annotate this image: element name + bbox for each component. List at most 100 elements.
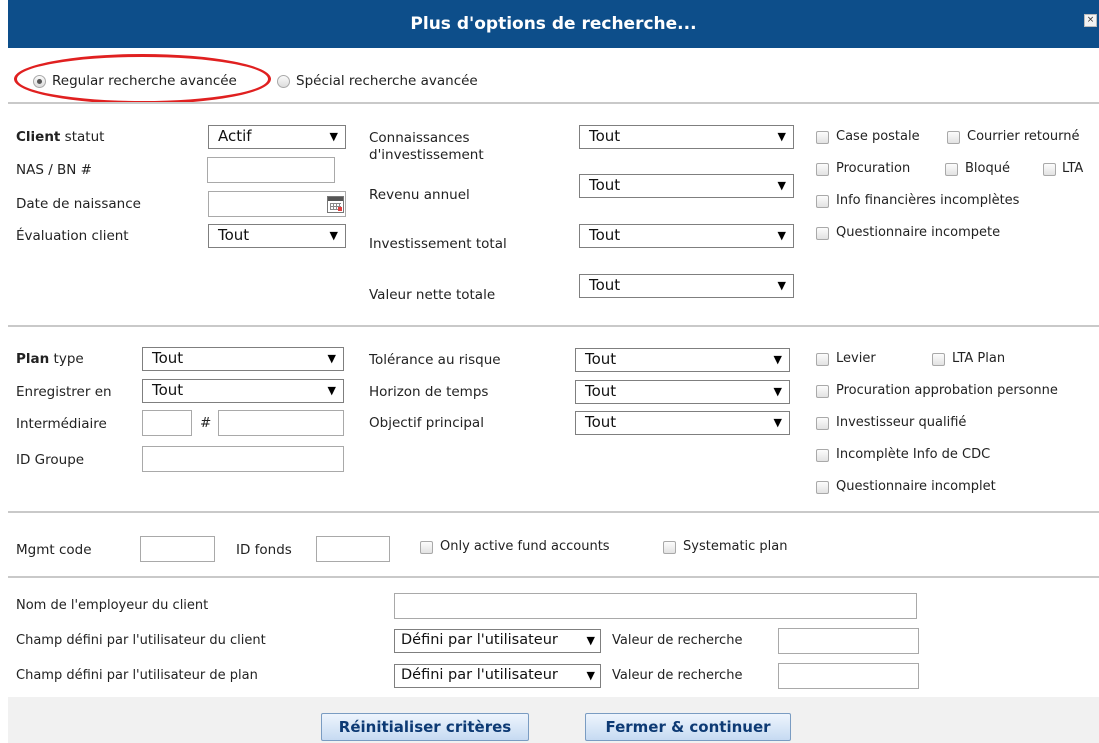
- id-fonds-label: ID fonds: [236, 542, 292, 558]
- dialog-title: Plus d'options de recherche...: [410, 14, 697, 34]
- divider: [8, 325, 1099, 327]
- incomplete-cdc-checkbox[interactable]: [816, 449, 829, 462]
- valeur-nette-label: Valeur nette totale: [369, 287, 496, 303]
- procuration-label: Procuration: [836, 161, 911, 176]
- client-status-label: Client statut: [16, 129, 105, 145]
- investisseur-qualifie-checkbox[interactable]: [816, 417, 829, 430]
- mgmt-code-input[interactable]: [140, 536, 215, 562]
- special-search-radio[interactable]: [277, 75, 290, 88]
- lta-label: LTA: [1062, 161, 1084, 176]
- incomplete-cdc-label: Incomplète Info de CDC: [836, 447, 991, 462]
- chevron-down-icon: ▼: [329, 130, 338, 143]
- dob-input[interactable]: [208, 191, 346, 217]
- special-search-label[interactable]: Spécial recherche avancée: [296, 73, 478, 89]
- valeur-recherche-plan-label: Valeur de recherche: [612, 668, 743, 683]
- dialog-title-bar: Plus d'options de recherche... ×: [8, 0, 1099, 48]
- intermediaire-label: Intermédiaire: [16, 416, 107, 432]
- levier-checkbox[interactable]: [816, 353, 829, 366]
- chevron-down-icon: ▼: [777, 229, 786, 242]
- intermediaire-number-input[interactable]: [218, 410, 344, 436]
- champ-plan-label: Champ défini par l'utilisateur de plan: [16, 668, 258, 683]
- employeur-label: Nom de l'employeur du client: [16, 598, 209, 613]
- connaissances-label: Connaissances d'investissement: [369, 130, 484, 163]
- info-financieres-checkbox[interactable]: [816, 195, 829, 208]
- objectif-select[interactable]: Tout ▼: [575, 411, 790, 435]
- revenu-label: Revenu annuel: [369, 187, 470, 203]
- valeur-nette-select[interactable]: Tout ▼: [579, 274, 794, 298]
- levier-label: Levier: [836, 351, 876, 366]
- divider: [8, 511, 1099, 513]
- lta-plan-label: LTA Plan: [952, 351, 1006, 366]
- chevron-down-icon: ▼: [773, 353, 782, 366]
- mgmt-code-label: Mgmt code: [16, 542, 92, 558]
- lta-plan-checkbox[interactable]: [932, 353, 945, 366]
- case-postale-label: Case postale: [836, 129, 920, 144]
- reset-criteria-button[interactable]: Réinitialiser critères: [321, 713, 529, 741]
- nas-label: NAS / BN #: [16, 162, 92, 178]
- divider: [8, 102, 1099, 104]
- id-groupe-label: ID Groupe: [16, 452, 85, 468]
- only-active-checkbox[interactable]: [420, 541, 433, 554]
- chevron-down-icon: ▼: [586, 669, 595, 682]
- procuration-approbation-checkbox[interactable]: [816, 385, 829, 398]
- procuration-checkbox[interactable]: [816, 163, 829, 176]
- nas-input[interactable]: [207, 157, 335, 183]
- id-fonds-input[interactable]: [316, 536, 390, 562]
- questionnaire-incompete-checkbox[interactable]: [816, 227, 829, 240]
- courrier-retourne-checkbox[interactable]: [947, 131, 960, 144]
- horizon-select[interactable]: Tout ▼: [575, 380, 790, 404]
- bloque-label: Bloqué: [965, 161, 1010, 176]
- calendar-icon[interactable]: [327, 196, 344, 213]
- valeur-recherche-plan-input[interactable]: [778, 663, 919, 689]
- evaluation-select[interactable]: Tout ▼: [208, 224, 346, 248]
- plan-type-label: Plan type: [16, 351, 84, 367]
- chevron-down-icon: ▼: [327, 352, 336, 365]
- chevron-down-icon: ▼: [777, 279, 786, 292]
- case-postale-checkbox[interactable]: [816, 131, 829, 144]
- chevron-down-icon: ▼: [327, 384, 336, 397]
- enregistrer-select[interactable]: Tout ▼: [142, 379, 344, 403]
- regular-search-radio[interactable]: [33, 75, 46, 88]
- close-continue-button[interactable]: Fermer & continuer: [585, 713, 791, 741]
- chevron-down-icon: ▼: [329, 229, 338, 242]
- systematic-plan-checkbox[interactable]: [663, 541, 676, 554]
- horizon-label: Horizon de temps: [369, 384, 489, 400]
- id-groupe-input[interactable]: [142, 446, 344, 472]
- hash-label: #: [200, 415, 212, 431]
- chevron-down-icon: ▼: [773, 416, 782, 429]
- valeur-recherche-client-input[interactable]: [778, 628, 919, 654]
- bloque-checkbox[interactable]: [945, 163, 958, 176]
- champ-client-select[interactable]: Défini par l'utilisateur ▼: [394, 629, 601, 653]
- systematic-plan-label: Systematic plan: [683, 539, 788, 554]
- tolerance-select[interactable]: Tout ▼: [575, 348, 790, 372]
- enregistrer-label: Enregistrer en: [16, 384, 112, 400]
- connaissances-select[interactable]: Tout ▼: [579, 125, 794, 149]
- chevron-down-icon: ▼: [773, 385, 782, 398]
- valeur-recherche-client-label: Valeur de recherche: [612, 633, 743, 648]
- button-bar: [8, 697, 1099, 743]
- dob-label: Date de naissance: [16, 196, 141, 212]
- regular-search-label[interactable]: Regular recherche avancée: [52, 73, 237, 89]
- evaluation-label: Évaluation client: [16, 228, 129, 244]
- investissement-select[interactable]: Tout ▼: [579, 224, 794, 248]
- questionnaire-incomplet-checkbox[interactable]: [816, 481, 829, 494]
- divider: [8, 576, 1099, 578]
- chevron-down-icon: ▼: [777, 179, 786, 192]
- questionnaire-incompete-label: Questionnaire incompete: [836, 225, 1001, 240]
- only-active-label: Only active fund accounts: [440, 539, 610, 554]
- revenu-select[interactable]: Tout ▼: [579, 174, 794, 198]
- intermediaire-input[interactable]: [142, 410, 192, 436]
- employeur-input[interactable]: [394, 593, 917, 619]
- client-status-select[interactable]: Actif ▼: [208, 125, 346, 149]
- info-financieres-label: Info financières incomplètes: [836, 193, 1020, 208]
- questionnaire-incomplet-label: Questionnaire incomplet: [836, 479, 996, 494]
- courrier-retourne-label: Courrier retourné: [967, 129, 1080, 144]
- plan-type-select[interactable]: Tout ▼: [142, 347, 344, 371]
- champ-plan-select[interactable]: Défini par l'utilisateur ▼: [394, 664, 601, 688]
- tolerance-label: Tolérance au risque: [369, 352, 501, 368]
- champ-client-label: Champ défini par l'utilisateur du client: [16, 633, 266, 648]
- lta-checkbox[interactable]: [1043, 163, 1056, 176]
- investisseur-qualifie-label: Investisseur qualifié: [836, 415, 967, 430]
- objectif-label: Objectif principal: [369, 415, 484, 431]
- close-icon[interactable]: ×: [1084, 14, 1097, 27]
